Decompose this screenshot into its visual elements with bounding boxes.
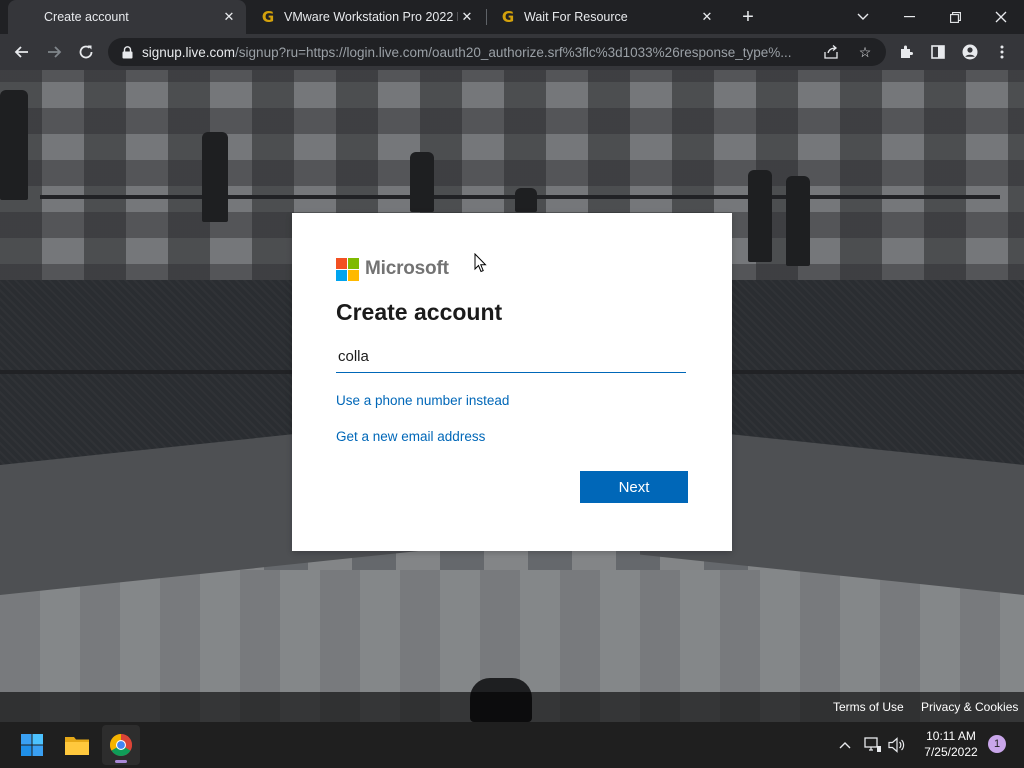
- back-icon[interactable]: [8, 38, 36, 66]
- email-field[interactable]: [336, 341, 686, 373]
- share-icon[interactable]: [820, 42, 842, 62]
- folder-icon: [65, 737, 89, 755]
- active-app-indicator: [115, 760, 127, 763]
- taskbar-clock[interactable]: 10:11 AM 7/25/2022: [916, 728, 986, 760]
- show-hidden-icons-chevron-icon[interactable]: [834, 734, 856, 756]
- create-account-card: Microsoft Create account Use a phone num…: [292, 213, 732, 551]
- clock-time: 10:11 AM: [926, 729, 976, 743]
- tab-wait-for-resource[interactable]: G Wait For Resource ✕: [488, 0, 724, 34]
- volume-icon[interactable]: [886, 734, 908, 756]
- forward-icon[interactable]: [40, 38, 68, 66]
- microsoft-logo-icon: [20, 9, 36, 25]
- start-button[interactable]: [13, 725, 51, 765]
- tab-search-icon[interactable]: [840, 0, 886, 34]
- microsoft-logo: Microsoft: [336, 257, 449, 281]
- browser-toolbar: signup.live.com/signup?ru=https://login.…: [0, 34, 1024, 70]
- g-logo-icon: G: [261, 8, 275, 26]
- get-new-email-link[interactable]: Get a new email address: [336, 429, 485, 444]
- new-tab-icon[interactable]: +: [736, 5, 760, 29]
- close-window-icon[interactable]: [978, 0, 1024, 34]
- use-phone-number-link[interactable]: Use a phone number instead: [336, 393, 509, 408]
- close-tab-icon[interactable]: ✕: [220, 8, 238, 26]
- close-tab-icon[interactable]: ✕: [458, 8, 476, 26]
- clock-date: 7/25/2022: [924, 745, 978, 759]
- tab-title: VMware Workstation Pro 2022 Fr: [284, 10, 458, 24]
- g-logo-icon: G: [501, 8, 515, 26]
- extensions-icon[interactable]: [892, 38, 920, 66]
- tab-vmware[interactable]: G VMware Workstation Pro 2022 Fr ✕: [248, 0, 484, 34]
- url-path: /signup?ru=https://login.live.com/oauth2…: [235, 44, 792, 60]
- microsoft-wordmark: Microsoft: [365, 258, 449, 279]
- windows-logo-icon: [21, 734, 43, 756]
- tab-divider: [486, 9, 487, 25]
- bookmark-star-icon[interactable]: ☆: [854, 42, 876, 62]
- mouse-pointer-icon: [474, 253, 487, 273]
- restore-icon[interactable]: [932, 0, 978, 34]
- notification-badge[interactable]: 1: [988, 735, 1006, 753]
- privacy-cookies-link[interactable]: Privacy & Cookies: [921, 700, 1018, 714]
- tab-strip: Create account ✕ G VMware Workstation Pr…: [0, 0, 1024, 34]
- url-text: signup.live.com/signup?ru=https://login.…: [142, 45, 812, 60]
- reload-icon[interactable]: [72, 38, 100, 66]
- chrome-taskbar-button[interactable]: [102, 725, 140, 765]
- close-tab-icon[interactable]: ✕: [698, 8, 716, 26]
- page-footer: Terms of Use Privacy & Cookies: [0, 692, 1024, 722]
- lock-icon[interactable]: [120, 45, 134, 59]
- next-button[interactable]: Next: [580, 471, 688, 503]
- microsoft-logo-icon: [336, 257, 359, 281]
- page-title: Create account: [336, 299, 503, 325]
- chrome-icon: [110, 734, 132, 756]
- terms-of-use-link[interactable]: Terms of Use: [833, 700, 904, 714]
- menu-kebab-icon[interactable]: [988, 38, 1016, 66]
- tab-title: Wait For Resource: [524, 10, 628, 24]
- profile-icon[interactable]: [956, 38, 984, 66]
- side-panel-icon[interactable]: [924, 38, 952, 66]
- address-bar[interactable]: signup.live.com/signup?ru=https://login.…: [108, 38, 886, 66]
- minimize-icon[interactable]: [886, 0, 932, 34]
- url-host: signup.live.com: [142, 44, 236, 60]
- tab-create-account[interactable]: Create account ✕: [8, 0, 246, 34]
- windows-taskbar: 10:11 AM 7/25/2022 1: [0, 722, 1024, 768]
- tab-title: Create account: [44, 10, 129, 24]
- file-explorer-button[interactable]: [58, 725, 96, 765]
- network-icon[interactable]: [862, 734, 884, 756]
